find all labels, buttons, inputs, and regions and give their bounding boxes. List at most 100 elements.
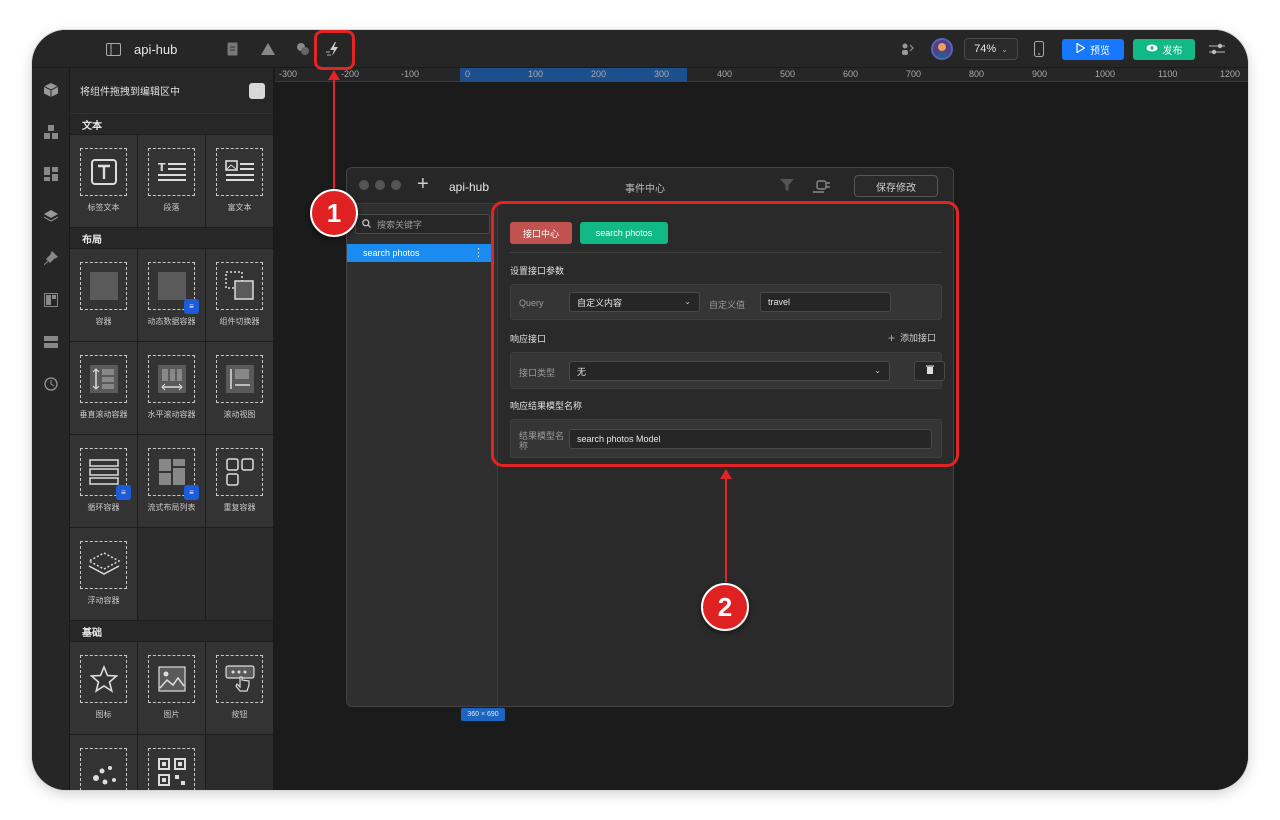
database-icon: ≡ <box>116 485 131 500</box>
filter-icon[interactable] <box>780 179 794 197</box>
paragraph-icon: T <box>148 148 195 196</box>
collab-icon[interactable] <box>898 40 916 58</box>
arrow-up-icon <box>720 469 732 479</box>
chevron-left-icon: ‹ <box>255 85 259 96</box>
list-item-label: search photos <box>363 248 420 258</box>
scroll-view-icon <box>216 355 263 403</box>
window-maximize-dot[interactable] <box>391 180 401 190</box>
arrow-up-icon <box>328 70 340 80</box>
add-event-icon[interactable]: + <box>417 174 429 194</box>
more-vertical-icon[interactable]: ⋮ <box>473 246 484 259</box>
component-loading[interactable] <box>70 735 137 790</box>
section-title-text: 文本 <box>82 120 102 132</box>
blocks-icon[interactable] <box>41 164 61 184</box>
window-minimize-dot[interactable] <box>375 180 385 190</box>
floating-container-icon <box>80 541 127 589</box>
annotation-line-2 <box>725 478 727 582</box>
component-name: 按钮 <box>231 710 248 719</box>
component-button[interactable]: 按钮 <box>206 642 273 734</box>
annotation-badge-2: 2 <box>701 583 749 631</box>
component-label-text[interactable]: 标签文本 <box>70 135 137 227</box>
pin-icon[interactable] <box>41 248 61 268</box>
zoom-select[interactable]: 74% ⌄ <box>964 38 1018 60</box>
panel-title: 将组件拖拽到编辑区中 <box>80 87 180 98</box>
component-switcher[interactable]: 组件切换器 <box>206 249 273 341</box>
window-close-dot[interactable] <box>359 180 369 190</box>
component-qrcode[interactable] <box>138 735 205 790</box>
container-icon <box>80 262 127 310</box>
component-name: 容器 <box>95 317 112 326</box>
empty-cell <box>138 528 205 620</box>
component-name: 水平滚动容器 <box>147 410 196 419</box>
component-name: 流式布局列表 <box>147 503 196 512</box>
section-title-layout: 布局 <box>82 234 102 246</box>
ruler-label: 500 <box>780 69 796 79</box>
ruler-label: 0 <box>465 69 471 79</box>
publish-button[interactable]: 发布 <box>1133 39 1195 60</box>
component-name: 滚动视图 <box>223 410 256 419</box>
drive-icon[interactable] <box>259 40 277 58</box>
ruler-label: 700 <box>906 69 922 79</box>
ruler-label: 100 <box>528 69 544 79</box>
avatar[interactable] <box>931 38 953 60</box>
switcher-icon <box>216 262 263 310</box>
ruler-label: -300 <box>279 69 298 79</box>
image-icon <box>148 655 195 703</box>
component-container[interactable]: 容器 <box>70 249 137 341</box>
component-dynamic-container[interactable]: ≡ 动态数据容器 <box>138 249 205 341</box>
annotation-highlight-1 <box>314 30 355 70</box>
sidebar-toggle-icon[interactable] <box>104 40 122 58</box>
component-name: 浮动容器 <box>87 596 120 605</box>
component-name: 富文本 <box>227 203 252 212</box>
play-icon <box>1076 42 1086 56</box>
component-horizontal-scroll[interactable]: 水平滚动容器 <box>138 342 205 434</box>
plugin-icon[interactable] <box>813 178 831 198</box>
component-name: 图片 <box>163 710 180 719</box>
template-icon[interactable] <box>41 290 61 310</box>
ruler-label: 1100 <box>1158 69 1178 79</box>
loop-container-icon: ≡ <box>80 448 131 500</box>
collapse-panel-button[interactable]: ‹ <box>249 82 265 99</box>
svg-text:T: T <box>158 161 166 174</box>
component-name: 动态数据容器 <box>147 317 196 326</box>
left-icon-rail <box>32 68 70 790</box>
component-paragraph[interactable]: T 段落 <box>138 135 205 227</box>
device-icon[interactable] <box>1030 40 1048 58</box>
settings-sliders-icon[interactable] <box>1208 40 1226 58</box>
component-name: 组件切换器 <box>219 317 260 326</box>
dynamic-container-icon: ≡ <box>148 262 199 314</box>
ruler-label: 1000 <box>1095 69 1116 79</box>
component-scroll-view[interactable]: 滚动视图 <box>206 342 273 434</box>
component-icon[interactable]: 图标 <box>70 642 137 734</box>
component-flow-list[interactable]: ≡ 流式布局列表 <box>138 435 205 527</box>
component-loop-container[interactable]: ≡ 循环容器 <box>70 435 137 527</box>
search-input[interactable]: 搜索关键字 <box>355 214 490 234</box>
component-vertical-scroll[interactable]: 垂直滚动容器 <box>70 342 137 434</box>
component-image[interactable]: 图片 <box>138 642 205 734</box>
chevron-down-icon: ⌄ <box>1001 44 1008 54</box>
eye-icon <box>1146 44 1158 55</box>
app-frame: api-hub 74% ⌄ 预览 发布 -300 -200 -100 0 100… <box>32 30 1248 790</box>
vertical-scroll-icon <box>80 355 127 403</box>
page-icon[interactable] <box>223 40 241 58</box>
component-repeat-container[interactable]: 重复容器 <box>206 435 273 527</box>
component-name: 标签文本 <box>87 203 120 212</box>
save-changes-button[interactable]: 保存修改 <box>854 175 938 197</box>
components-icon[interactable] <box>41 122 61 142</box>
database-icon: ≡ <box>184 299 199 314</box>
event-list-sidebar: 搜索关键字 search photos ⋮ <box>347 204 498 706</box>
history-icon[interactable] <box>41 374 61 394</box>
table-icon[interactable] <box>41 332 61 352</box>
ruler-label: 900 <box>1032 69 1048 79</box>
horizontal-ruler: -300 -200 -100 0 100 200 300 400 500 600… <box>275 68 1248 82</box>
layers-icon[interactable] <box>41 206 61 226</box>
search-icon <box>362 218 371 230</box>
component-name: 循环容器 <box>87 503 120 512</box>
package-icon[interactable] <box>41 80 61 100</box>
ruler-label: 300 <box>654 69 670 79</box>
preview-button[interactable]: 预览 <box>1062 39 1124 60</box>
list-item[interactable]: search photos ⋮ <box>347 244 494 262</box>
data-icon[interactable] <box>294 40 312 58</box>
component-floating-container[interactable]: 浮动容器 <box>70 528 137 620</box>
component-rich-text[interactable]: 富文本 <box>206 135 273 227</box>
